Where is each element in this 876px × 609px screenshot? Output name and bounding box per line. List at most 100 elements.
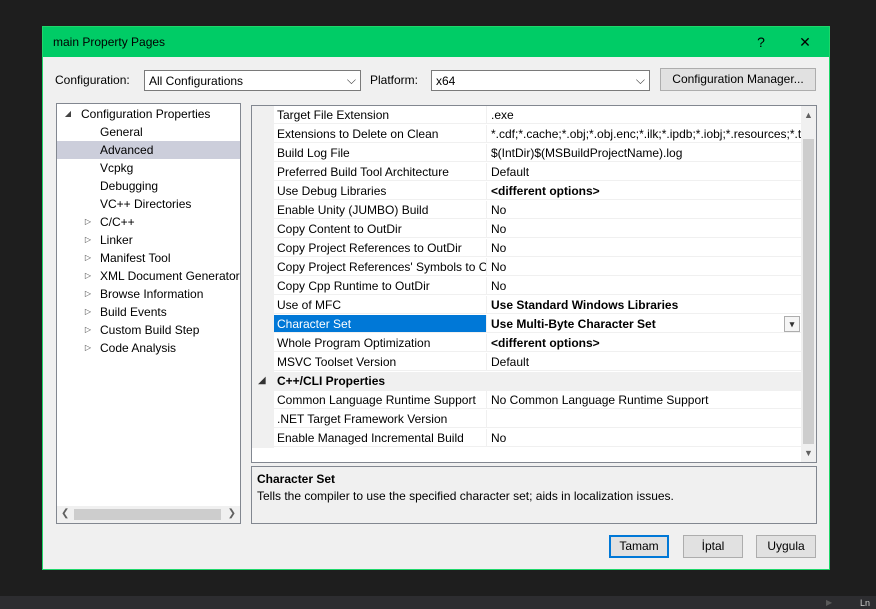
apply-button[interactable]: Uygula <box>756 535 816 558</box>
property-pages-dialog: main Property Pages ? ✕ Configuration: A… <box>42 26 830 570</box>
property-name: Copy Content to OutDir <box>274 220 487 238</box>
property-tree[interactable]: ▷ Code Analysis ▷ Custom Build Step ▷ Build E… <box>56 103 241 524</box>
property-value-text: <different options> <box>491 336 600 350</box>
property-value[interactable]: Default <box>487 353 802 371</box>
scroll-left-icon[interactable]: ❮ <box>61 508 69 519</box>
property-value[interactable]: No <box>487 429 802 447</box>
expand-arrow-icon[interactable]: ▷ <box>83 339 93 357</box>
property-row[interactable]: Copy Cpp Runtime to OutDir No <box>252 277 802 296</box>
tree-item-custom-build-step[interactable]: ▷ Custom Build Step <box>57 321 240 339</box>
tree-item-label: Debugging <box>100 179 159 193</box>
help-button[interactable]: ? <box>747 31 775 53</box>
tree-item-browse-information[interactable]: ▷ Browse Information <box>57 285 240 303</box>
property-value[interactable]: Use Multi-Byte Character Set ▾ <box>487 315 802 333</box>
chevron-down-icon[interactable]: ▾ <box>784 316 800 332</box>
window-title: main Property Pages <box>53 35 166 49</box>
property-value[interactable]: No <box>487 201 802 219</box>
collapse-arrow-icon[interactable]: ◢ <box>63 105 73 123</box>
description-text: Tells the compiler to use the specified … <box>257 489 674 503</box>
property-value-text: $(IntDir)$(MSBuildProjectName).log <box>491 146 683 160</box>
property-row[interactable]: Enable Managed Incremental Build No <box>252 429 802 448</box>
property-value-text: No Common Language Runtime Support <box>491 393 709 407</box>
property-value[interactable]: No <box>487 239 802 257</box>
expand-arrow-icon[interactable]: ▷ <box>83 231 93 249</box>
tree-item-advanced[interactable]: Advanced <box>57 141 240 159</box>
tree-item-label: Linker <box>100 233 133 247</box>
property-row[interactable]: Copy Project References to OutDir No <box>252 239 802 258</box>
property-row[interactable]: Enable Unity (JUMBO) Build No <box>252 201 802 220</box>
platform-dropdown[interactable]: x64 ⌵ <box>431 70 650 91</box>
property-row[interactable]: Target File Extension .exe <box>252 106 802 125</box>
property-row[interactable]: Copy Content to OutDir No <box>252 220 802 239</box>
tree-item-debugging[interactable]: Debugging <box>57 177 240 195</box>
scrollbar-thumb[interactable] <box>74 509 221 520</box>
property-value[interactable]: $(IntDir)$(MSBuildProjectName).log <box>487 144 802 162</box>
expand-arrow-icon[interactable]: ▷ <box>83 285 93 303</box>
tree-item-label: Configuration Properties <box>81 107 211 121</box>
property-row[interactable]: Common Language Runtime Support No Common… <box>252 391 802 410</box>
platform-label: Platform: <box>370 73 419 87</box>
configuration-manager-button[interactable]: Configuration Manager... <box>660 68 816 91</box>
property-value[interactable]: .exe <box>487 106 802 124</box>
property-value[interactable]: No <box>487 258 802 276</box>
property-row[interactable]: .NET Target Framework Version <box>252 410 802 429</box>
ok-button[interactable]: Tamam <box>609 535 669 558</box>
configuration-dropdown[interactable]: All Configurations ⌵ <box>144 70 361 91</box>
tree-item-build-events[interactable]: ▷ Build Events <box>57 303 240 321</box>
expand-arrow-icon[interactable]: ▷ <box>83 249 93 267</box>
tree-item-vcpkg[interactable]: Vcpkg <box>57 159 240 177</box>
scroll-up-icon[interactable]: ▲ <box>804 110 813 120</box>
property-category[interactable]: ◢ C++/CLI Properties <box>252 372 802 391</box>
property-row[interactable]: Character Set Use Multi-Byte Character Se… <box>252 315 802 334</box>
property-value-text: Use Multi-Byte Character Set <box>491 317 656 331</box>
tree-item-c-c[interactable]: ▷ C/C++ <box>57 213 240 231</box>
tree-item-configuration-properties[interactable]: ◢ Configuration Properties <box>57 105 240 123</box>
property-value[interactable]: No Common Language Runtime Support <box>487 391 802 409</box>
expand-arrow-icon[interactable]: ▷ <box>83 267 93 285</box>
expand-arrow-icon[interactable]: ▷ <box>83 321 93 339</box>
property-name: Use Debug Libraries <box>274 182 487 200</box>
scroll-down-icon[interactable]: ▼ <box>804 448 813 458</box>
property-value[interactable]: No <box>487 277 802 295</box>
property-row[interactable]: Preferred Build Tool Architecture Default <box>252 163 802 182</box>
property-row[interactable]: Copy Project References' Symbols to Ou No <box>252 258 802 277</box>
property-row[interactable]: Use Debug Libraries <different options> <box>252 182 802 201</box>
grid-vertical-scrollbar[interactable]: ▲ ▼ <box>801 106 816 462</box>
property-value[interactable]: Default <box>487 163 802 181</box>
property-value[interactable]: No <box>487 220 802 238</box>
property-row[interactable]: Use of MFC Use Standard Windows Libraries <box>252 296 802 315</box>
tree-item-xml-document-generator[interactable]: ▷ XML Document Generator <box>57 267 240 285</box>
title-bar[interactable]: main Property Pages ? ✕ <box>43 27 829 57</box>
tree-item-vc-directories[interactable]: VC++ Directories <box>57 195 240 213</box>
tree-item-label: Custom Build Step <box>100 323 200 337</box>
property-row[interactable]: Build Log File $(IntDir)$(MSBuildProjectN… <box>252 144 802 163</box>
property-value[interactable]: *.cdf;*.cache;*.obj;*.obj.enc;*.ilk;*.ip… <box>487 125 802 143</box>
property-row[interactable]: MSVC Toolset Version Default <box>252 353 802 372</box>
collapse-arrow-icon[interactable]: ◢ <box>258 375 266 386</box>
property-grid[interactable]: Target File Extension .exe Extensions to D… <box>251 105 817 463</box>
scroll-right-icon[interactable]: ❯ <box>228 508 236 519</box>
property-value[interactable]: <different options> <box>487 334 802 352</box>
property-value[interactable]: <different options> <box>487 182 802 200</box>
property-value-text: No <box>491 203 507 217</box>
row-gutter <box>252 125 274 144</box>
chevron-down-icon: ⌵ <box>346 73 356 87</box>
tree-horizontal-scrollbar[interactable]: ❮ ❯ <box>57 506 240 523</box>
property-value[interactable] <box>487 410 802 428</box>
property-name: Enable Unity (JUMBO) Build <box>274 201 487 219</box>
property-row[interactable]: Whole Program Optimization <different opt… <box>252 334 802 353</box>
close-button[interactable]: ✕ <box>791 31 819 53</box>
configuration-value: All Configurations <box>149 74 244 88</box>
property-value[interactable]: Use Standard Windows Libraries <box>487 296 802 314</box>
cancel-button[interactable]: İptal <box>683 535 743 558</box>
expand-arrow-icon[interactable]: ▷ <box>83 213 93 231</box>
scrollbar-thumb[interactable] <box>803 139 814 444</box>
tree-item-general[interactable]: General <box>57 123 240 141</box>
property-value-text: No <box>491 279 507 293</box>
tree-item-code-analysis[interactable]: ▷ Code Analysis <box>57 339 240 357</box>
property-row[interactable]: Extensions to Delete on Clean *.cdf;*.cac… <box>252 125 802 144</box>
row-gutter <box>252 182 274 201</box>
tree-item-manifest-tool[interactable]: ▷ Manifest Tool <box>57 249 240 267</box>
expand-arrow-icon[interactable]: ▷ <box>83 303 93 321</box>
tree-item-linker[interactable]: ▷ Linker <box>57 231 240 249</box>
